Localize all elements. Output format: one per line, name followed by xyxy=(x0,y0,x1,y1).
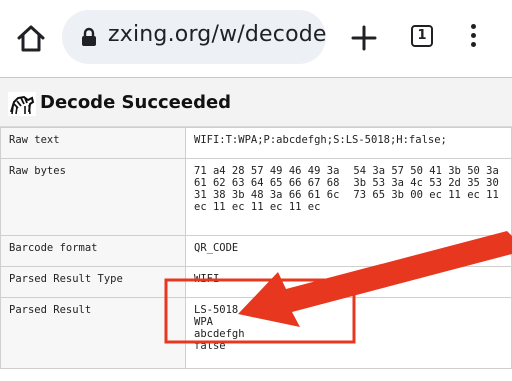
result-table: Raw text WIFI:T:WPA;P:abcdefgh;S:LS-5018… xyxy=(0,127,512,369)
parsed-password: abcdefgh xyxy=(194,328,245,340)
table-row: Barcode format QR_CODE xyxy=(0,235,512,267)
raw-bytes-column-1: 71 a4 28 57 49 46 49 3a 61 62 63 64 65 6… xyxy=(194,165,340,213)
address-bar[interactable]: zxing.org/w/decode xyxy=(62,10,326,64)
table-row: Raw text WIFI:T:WPA;P:abcdefgh;S:LS-5018… xyxy=(0,127,512,159)
page-content: Decode Succeeded Raw text WIFI:T:WPA;P:a… xyxy=(0,74,512,381)
barcode-format-value: QR_CODE xyxy=(185,235,512,267)
new-tab-icon[interactable] xyxy=(350,24,378,52)
lock-icon xyxy=(81,27,97,47)
url-text: zxing.org/w/decode xyxy=(108,22,327,47)
parsed-result-label: Parsed Result xyxy=(0,297,186,369)
tab-switcher-button[interactable]: 1 xyxy=(411,25,433,47)
parsed-result-value: LS-5018 WPA abcdefgh false xyxy=(185,297,512,369)
parsed-result-type-label: Parsed Result Type xyxy=(0,266,186,298)
zxing-zebra-logo-icon xyxy=(8,92,36,116)
more-menu-icon[interactable] xyxy=(468,24,478,50)
parsed-result-type-value: WIFI xyxy=(185,266,512,298)
raw-bytes-value: 71 a4 28 57 49 46 49 3a 61 62 63 64 65 6… xyxy=(185,158,512,236)
parsed-security: WPA xyxy=(194,316,213,328)
table-row: Parsed Result LS-5018 WPA abcdefgh false xyxy=(0,297,512,369)
parsed-hidden: false xyxy=(194,340,226,352)
parsed-ssid: LS-5018 xyxy=(194,304,239,316)
raw-bytes-label: Raw bytes xyxy=(0,158,186,236)
page-title: Decode Succeeded xyxy=(40,92,232,113)
table-row: Raw bytes 71 a4 28 57 49 46 49 3a 61 62 … xyxy=(0,158,512,236)
table-row: Parsed Result Type WIFI xyxy=(0,266,512,298)
raw-text-label: Raw text xyxy=(0,127,186,159)
page-header: Decode Succeeded xyxy=(0,78,512,127)
browser-toolbar: zxing.org/w/decode 1 xyxy=(0,0,512,74)
raw-bytes-column-2: 54 3a 57 50 41 3b 50 3a 3b 53 3a 4c 53 2… xyxy=(353,165,499,201)
home-icon[interactable] xyxy=(14,22,48,56)
raw-text-value: WIFI:T:WPA;P:abcdefgh;S:LS-5018;H:false; xyxy=(185,127,512,159)
barcode-format-label: Barcode format xyxy=(0,235,186,267)
